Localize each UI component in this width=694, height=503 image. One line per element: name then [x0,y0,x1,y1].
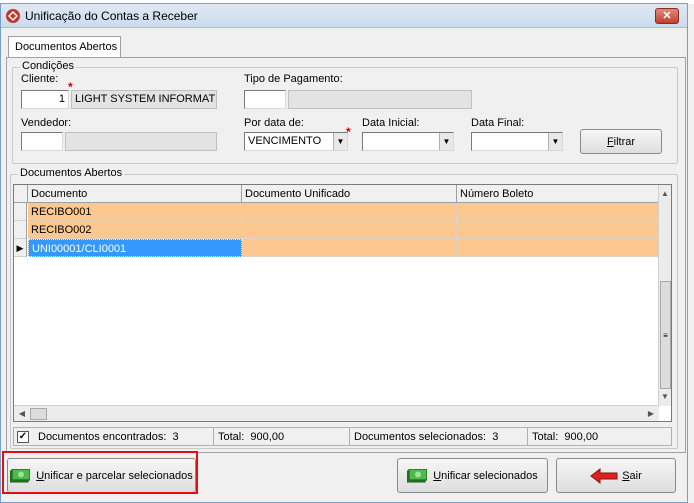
vertical-scrollbar[interactable]: ▲ ≡ ▼ [658,185,671,406]
conditions-legend: Condições [20,60,76,72]
table-row-current[interactable]: ▶ UNI00001/CLI0001 [14,239,659,257]
vendedor-name-field [65,132,217,151]
total-label: Total: [218,431,245,443]
column-header-numero-boleto[interactable]: Número Boleto [457,185,659,203]
data-final-picker[interactable]: ▼ [471,132,563,151]
grid-header-indicator [14,185,28,203]
total-summary: Total: 900,00 [214,428,350,445]
row-indicator [14,203,27,221]
scroll-up-icon[interactable]: ▲ [659,187,671,201]
column-header-documento[interactable]: Documento [28,185,242,203]
por-data-select[interactable]: VENCIMENTO ▼ [244,132,348,151]
red-left-arrow-icon [590,467,618,485]
cliente-label: Cliente: [21,73,59,85]
cell-documento-unificado[interactable] [242,203,457,221]
chevron-down-icon[interactable]: ▼ [439,133,453,150]
total-sel-label: Total: [532,431,559,443]
selecionados-summary: Documentos selecionados: 3 [350,428,528,445]
scroll-down-icon[interactable]: ▼ [659,390,671,404]
tab-documentos-abertos[interactable]: Documentos Abertos [8,36,121,58]
cell-numero-boleto[interactable] [457,221,659,239]
cell-numero-boleto[interactable] [457,203,659,221]
unificar-selecionados-button[interactable]: Unificar selecionados [397,458,548,493]
cell-documento[interactable]: RECIBO002 [28,221,242,239]
sair-label: air [629,469,642,482]
filtrar-button[interactable]: Filtrar [580,129,662,154]
scroll-left-icon[interactable]: ◀ [16,407,28,421]
data-final-label: Data Final: [471,117,525,129]
vertical-scroll-thumb[interactable]: ≡ [660,281,671,389]
encontrados-summary: Documentos encontrados: 3 [34,428,214,445]
documents-legend: Documentos Abertos [18,167,125,179]
grid-header: Documento Documento Unificado Número Bol… [14,185,659,203]
selecionados-label: Documentos selecionados: [354,431,487,443]
encontrados-value: 3 [172,431,179,443]
red-callout-box [2,451,198,494]
cell-numero-boleto[interactable] [457,239,659,257]
tipo-pagamento-name-field [288,90,472,109]
filtrar-label: iltrar [613,136,636,148]
vendedor-label: Vendedor: [21,117,72,129]
tipo-pagamento-label: Tipo de Pagamento: [244,73,343,85]
close-icon: ✕ [662,10,672,22]
scroll-right-icon[interactable]: ▶ [645,407,657,421]
column-header-documento-unificado[interactable]: Documento Unificado [242,185,457,203]
horizontal-scroll-thumb[interactable] [30,408,47,420]
filtrar-mnemonic: F [606,136,614,148]
tipo-pagamento-code-input[interactable] [244,90,286,109]
sair-button[interactable]: Sair [556,458,676,493]
encontrados-label: Documentos encontrados: [38,431,167,443]
row-indicator [14,221,27,239]
data-inicial-picker[interactable]: ▼ [362,132,454,151]
vendedor-code-input[interactable] [21,132,63,151]
cliente-name-field: LIGHT SYSTEM INFORMATI [71,90,217,109]
total-value: 900,00 [250,431,285,443]
horizontal-scrollbar[interactable]: ◀ ▶ [14,405,659,421]
total-selecionados-summary: Total: 900,00 [528,428,671,445]
table-row[interactable]: RECIBO002 [14,221,659,239]
cell-documento-unificado[interactable] [242,221,457,239]
select-all-checkbox[interactable]: ✓ [17,431,29,443]
tab-label: Documentos Abertos [15,41,118,53]
current-row-indicator-icon: ▶ [14,239,27,257]
cell-documento-unificado[interactable] [242,239,457,257]
documents-grid[interactable]: Documento Documento Unificado Número Bol… [13,184,672,422]
cell-documento[interactable]: RECIBO001 [28,203,242,221]
unificar-selecionados-mnemonic: U [433,469,442,482]
chevron-down-icon[interactable]: ▼ [333,133,347,150]
app-icon [6,9,20,23]
money-stack-icon [407,469,428,483]
title-bar: Unificação do Contas a Receber ✕ [1,4,687,28]
table-row[interactable]: RECIBO001 [14,203,659,221]
por-data-value: VENCIMENTO [248,135,322,147]
unificar-selecionados-label: nificar selecionados [441,469,538,482]
data-inicial-label: Data Inicial: [362,117,420,129]
chevron-down-icon[interactable]: ▼ [548,133,562,150]
window-title: Unificação do Contas a Receber [25,9,198,23]
main-window: Unificação do Contas a Receber ✕ Documen… [0,3,688,503]
total-sel-value: 900,00 [564,431,599,443]
summary-bar: ✓ Documentos encontrados: 3 Total: 900,0… [13,427,672,446]
selecionados-value: 3 [492,431,499,443]
cell-documento-selected[interactable]: UNI00001/CLI0001 [28,239,242,257]
sair-mnemonic: S [622,469,630,482]
close-button[interactable]: ✕ [655,8,679,24]
por-data-label: Por data de: [244,117,304,129]
cliente-code-input[interactable]: 1 [21,90,69,109]
